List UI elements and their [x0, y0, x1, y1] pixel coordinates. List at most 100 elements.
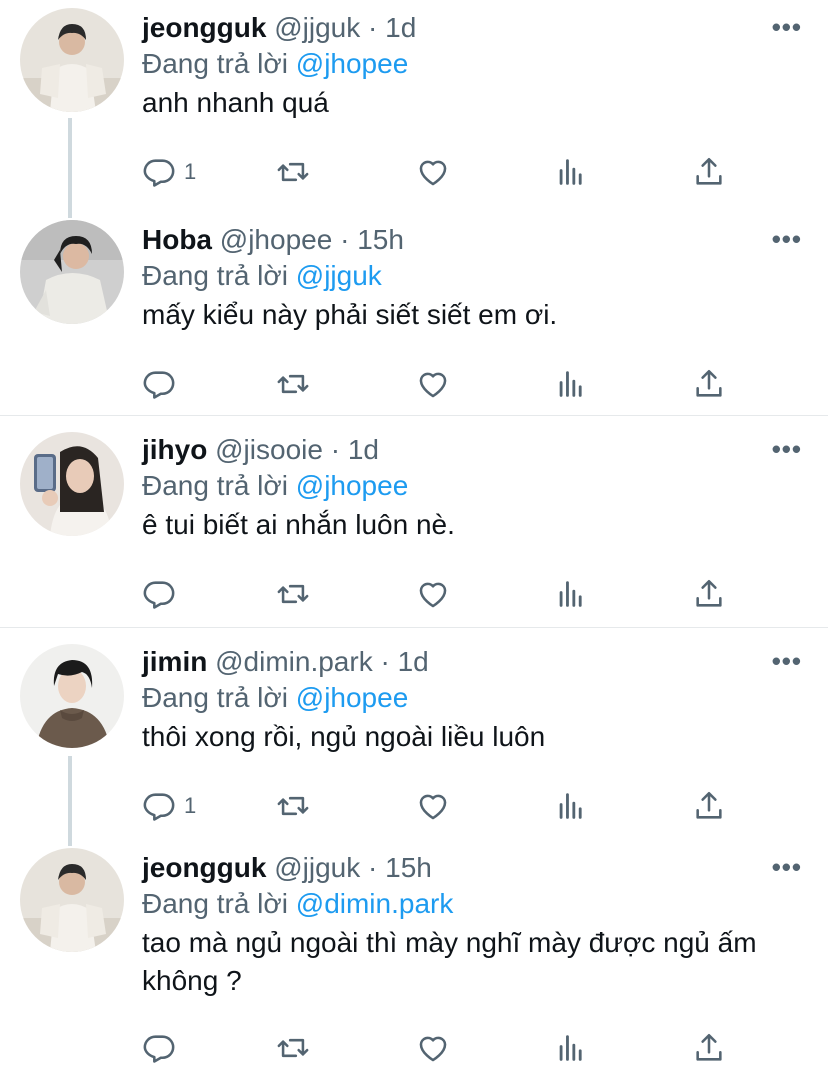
like-button[interactable]	[416, 1026, 450, 1070]
user-handle[interactable]: @jisooie	[215, 434, 323, 465]
replying-label: Đang trả lời	[142, 260, 288, 291]
mention-link[interactable]: @jhopee	[296, 48, 409, 79]
thread-line	[68, 118, 72, 218]
action-bar	[142, 1026, 808, 1070]
replying-label: Đang trả lời	[142, 48, 288, 79]
reply-icon	[143, 159, 175, 187]
more-options-button[interactable]: •••	[772, 852, 802, 882]
bar-chart-icon	[559, 793, 582, 819]
display-name[interactable]: jimin	[142, 646, 207, 677]
retweet-icon	[277, 796, 309, 816]
user-handle[interactable]: @jhopee	[220, 224, 333, 255]
tweet[interactable]: jimin @dimin.park · 1d ••• Đang trả lời …	[0, 628, 828, 846]
tweet[interactable]: jihyo @jisooie · 1d ••• Đang trả lời @jh…	[0, 416, 828, 628]
share-icon	[696, 791, 722, 819]
tweet[interactable]: jeongguk @jjguk · 1d ••• Đang trả lời @j…	[0, 0, 828, 218]
timestamp[interactable]: 1d	[348, 434, 379, 465]
timestamp[interactable]: 15h	[385, 852, 432, 883]
like-button[interactable]	[416, 784, 450, 828]
reply-icon	[143, 371, 175, 399]
mention-link[interactable]: @jjguk	[296, 260, 382, 291]
user-handle[interactable]: @jjguk	[274, 852, 360, 883]
display-name[interactable]: jeongguk	[142, 12, 266, 43]
share-button[interactable]	[692, 1026, 726, 1070]
replying-to: Đang trả lời @jhopee	[142, 46, 408, 82]
tweet-text: anh nhanh quá	[142, 87, 329, 118]
mention-link[interactable]: @dimin.park	[296, 888, 454, 919]
retweet-button[interactable]	[276, 150, 310, 194]
action-bar	[142, 362, 808, 406]
tweet-text: thôi xong rồi, ngủ ngoài liều luôn	[142, 721, 546, 752]
reply-button[interactable]	[142, 572, 184, 616]
share-button[interactable]	[692, 150, 726, 194]
user-handle[interactable]: @dimin.park	[215, 646, 373, 677]
separator-dot: ·	[330, 434, 341, 465]
display-name[interactable]: Hoba	[142, 224, 212, 255]
more-options-button[interactable]: •••	[772, 646, 802, 676]
tweet-header: jihyo @jisooie · 1d	[142, 432, 379, 468]
tweet[interactable]: Hoba @jhopee · 15h ••• Đang trả lời @jjg…	[0, 212, 828, 416]
separator-dot: ·	[380, 646, 390, 677]
reply-button[interactable]	[142, 1026, 184, 1070]
display-name[interactable]: jeongguk	[142, 852, 266, 883]
views-button[interactable]	[554, 572, 588, 616]
reply-button[interactable]: 1	[142, 784, 196, 828]
action-bar: 1	[142, 784, 808, 828]
replying-to: Đang trả lời @jjguk	[142, 258, 382, 294]
like-button[interactable]	[416, 150, 450, 194]
tweet[interactable]: jeongguk @jjguk · 15h ••• Đang trả lời @…	[0, 840, 828, 1088]
replying-to: Đang trả lời @jhopee	[142, 680, 408, 716]
mention-link[interactable]: @jhopee	[296, 470, 409, 501]
more-options-button[interactable]: •••	[772, 12, 802, 42]
timestamp[interactable]: 1d	[385, 12, 416, 43]
tweet-header: jeongguk @jjguk · 15h	[142, 850, 432, 886]
reply-button[interactable]	[142, 362, 184, 406]
replying-label: Đang trả lời	[142, 682, 288, 713]
more-options-button[interactable]: •••	[772, 224, 802, 254]
more-options-button[interactable]: •••	[772, 434, 802, 464]
bar-chart-icon	[559, 159, 582, 185]
share-button[interactable]	[692, 572, 726, 616]
avatar[interactable]	[20, 220, 124, 324]
user-handle[interactable]: @jjguk	[274, 12, 360, 43]
heart-icon	[419, 160, 447, 186]
like-button[interactable]	[416, 572, 450, 616]
retweet-button[interactable]	[276, 362, 310, 406]
like-button[interactable]	[416, 362, 450, 406]
retweet-button[interactable]	[276, 1026, 310, 1070]
retweet-button[interactable]	[276, 572, 310, 616]
display-name[interactable]: jihyo	[142, 434, 207, 465]
heart-icon	[419, 582, 447, 608]
retweet-button[interactable]	[276, 784, 310, 828]
separator-dot: ·	[368, 852, 378, 883]
tweet-text: mấy kiểu này phải siết siết em ơi.	[142, 299, 558, 330]
share-icon	[696, 579, 722, 607]
heart-icon	[419, 372, 447, 398]
reply-count: 1	[184, 793, 197, 818]
replying-to: Đang trả lời @jhopee	[142, 468, 408, 504]
heart-icon	[419, 1036, 447, 1062]
mention-link[interactable]: @jhopee	[296, 682, 409, 713]
reply-count: 1	[184, 159, 197, 184]
avatar[interactable]	[20, 848, 124, 952]
reply-button[interactable]: 1	[142, 150, 196, 194]
bar-chart-icon	[559, 371, 582, 397]
views-button[interactable]	[554, 150, 588, 194]
share-button[interactable]	[692, 362, 726, 406]
retweet-icon	[277, 584, 309, 604]
avatar[interactable]	[20, 644, 124, 748]
separator-dot: ·	[368, 12, 378, 43]
heart-icon	[419, 794, 447, 820]
reply-icon	[143, 581, 175, 609]
views-button[interactable]	[554, 362, 588, 406]
views-button[interactable]	[554, 1026, 588, 1070]
views-button[interactable]	[554, 784, 588, 828]
timestamp[interactable]: 15h	[357, 224, 404, 255]
avatar[interactable]	[20, 432, 124, 536]
retweet-icon	[277, 162, 309, 182]
timestamp[interactable]: 1d	[398, 646, 429, 677]
share-button[interactable]	[692, 784, 726, 828]
replying-label: Đang trả lời	[142, 470, 288, 501]
avatar[interactable]	[20, 8, 124, 112]
replying-to: Đang trả lời @dimin.park	[142, 886, 453, 922]
